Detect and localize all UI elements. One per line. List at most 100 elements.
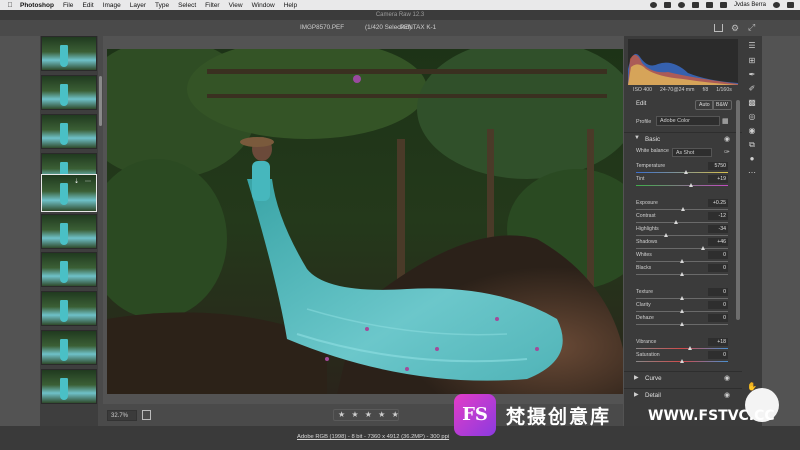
menu-file[interactable]: File [63,2,73,9]
slider-value-field[interactable]: 0 [708,351,728,359]
menu-app-name[interactable]: Photoshop [20,2,54,9]
slider-track[interactable] [636,348,728,349]
basic-section-header[interactable]: ▼ Basic ◉ [624,132,742,145]
status-user-name[interactable]: Jvdas Berra [734,2,766,8]
filmstrip-thumbnail[interactable] [41,330,97,365]
status-wifi-icon[interactable] [691,2,699,8]
compare-view-icon[interactable] [142,410,151,420]
status-flag-icon[interactable] [719,2,727,8]
slider-handle[interactable] [679,359,684,363]
crop-icon[interactable]: ⊞ [747,56,757,66]
eyedropper-icon[interactable]: ✑ [724,148,730,156]
slider-tint[interactable]: Tint +19 [636,175,740,189]
zoom-level-select[interactable]: 32.7% [107,410,137,421]
profile-select[interactable]: Adobe Color [656,116,720,126]
slider-value-field[interactable]: -34 [708,225,728,233]
presets-icon[interactable]: ● [747,154,757,164]
slider-handle[interactable] [688,183,693,187]
graduated-filter-icon[interactable]: ▩ [747,98,757,108]
snapshots-icon[interactable]: ⧉ [747,140,757,150]
slider-value-field[interactable]: 0 [708,314,728,322]
visibility-eye-icon[interactable]: ◉ [724,374,730,382]
curve-section-header[interactable]: ▶ Curve ◉ [624,371,742,384]
filmstrip-thumbnail[interactable] [41,369,97,404]
menu-type[interactable]: Type [155,2,169,9]
slider-handle[interactable] [687,346,692,350]
menu-layer[interactable]: Layer [130,2,146,9]
save-icon[interactable] [714,24,723,32]
slider-track[interactable] [636,248,728,249]
slider-value-field[interactable]: 0 [708,251,728,259]
menu-select[interactable]: Select [178,2,196,9]
slider-handle[interactable] [679,296,684,300]
edit-sliders-icon[interactable]: ☰ [747,41,757,51]
filmstrip-scrollbar[interactable] [98,36,103,426]
slider-track[interactable] [636,185,728,186]
filmstrip-thumbnail[interactable] [41,252,97,287]
filmstrip-thumbnail[interactable] [41,114,97,149]
workflow-options-link[interactable]: Adobe RGB (1998) - 8 bit - 7360 x 4912 (… [297,434,449,440]
healing-brush-icon[interactable]: ✒ [747,70,757,80]
filmstrip-thumbnail[interactable] [41,214,97,249]
status-sync-icon[interactable] [677,2,685,8]
thumbnail-more-icon[interactable]: ⋯ [85,178,91,185]
slider-track[interactable] [636,235,728,236]
slider-handle[interactable] [679,309,684,313]
menu-image[interactable]: Image [103,2,121,9]
slider-value-field[interactable]: -12 [708,212,728,220]
status-battery-icon[interactable] [705,2,713,8]
red-eye-icon[interactable]: ◉ [747,126,757,136]
profile-browser-icon[interactable]: ▦ [722,117,729,125]
status-creative-cloud-icon[interactable] [663,2,671,8]
slider-handle[interactable] [681,207,686,211]
menu-view[interactable]: View [229,2,243,9]
slider-value-field[interactable]: 0 [708,264,728,272]
thumbnail-badge-icon[interactable]: ⇣ [74,178,79,185]
slider-label: Texture [636,289,654,295]
slider-track[interactable] [636,222,728,223]
slider-handle[interactable] [684,170,689,174]
menu-edit[interactable]: Edit [82,2,93,9]
slider-track[interactable] [636,172,728,173]
filmstrip-thumbnail[interactable] [41,291,97,326]
status-record-icon[interactable] [649,2,657,8]
menu-filter[interactable]: Filter [205,2,219,9]
status-control-center-icon[interactable] [787,2,794,8]
slider-handle[interactable] [679,259,684,263]
slider-saturation[interactable]: Saturation 0 [636,351,740,365]
fullscreen-icon[interactable]: ⤢ [748,21,755,33]
star-rating[interactable]: ★ ★ ★ ★ ★ [338,410,401,419]
slider-handle[interactable] [679,322,684,326]
slider-handle[interactable] [673,220,678,224]
slider-value-field[interactable]: +19 [708,175,728,183]
slider-value-field[interactable]: +46 [708,238,728,246]
apple-menu-icon[interactable]:  [0,2,20,9]
slider-handle[interactable] [663,233,668,237]
slider-handle[interactable] [679,272,684,276]
slider-handle[interactable] [700,246,705,250]
white-balance-select[interactable]: As Shot [672,148,712,157]
status-search-icon[interactable] [773,2,780,8]
slider-value-field[interactable]: 5750 [708,162,728,170]
image-preview[interactable] [107,49,623,394]
gear-icon[interactable]: ⚙ [731,22,739,34]
filmstrip-thumbnail-selected[interactable]: ⇣ ⋯ [41,174,97,212]
visibility-eye-icon[interactable]: ◉ [724,135,730,143]
slider-value-field[interactable]: +18 [708,338,728,346]
slider-dehaze[interactable]: Dehaze 0 [636,314,740,328]
filmstrip-thumbnail[interactable] [41,75,97,110]
slider-value-field[interactable]: 0 [708,301,728,309]
brush-icon[interactable]: ✐ [747,84,757,94]
black-white-button[interactable]: B&W [712,100,732,110]
menu-window[interactable]: Window [252,2,275,9]
radial-filter-icon[interactable]: ◎ [747,112,757,122]
more-tools-icon[interactable]: ⋯ [747,168,757,178]
auto-button[interactable]: Auto [695,100,714,110]
menu-help[interactable]: Help [284,2,297,9]
slider-blacks[interactable]: Blacks 0 [636,264,740,278]
slider-value-field[interactable]: 0 [708,288,728,296]
slider-value-field[interactable]: +0.25 [708,199,728,207]
panel-scrollbar[interactable] [736,100,740,320]
filmstrip-scroll-thumb[interactable] [99,76,102,126]
filmstrip-thumbnail[interactable] [41,36,97,71]
